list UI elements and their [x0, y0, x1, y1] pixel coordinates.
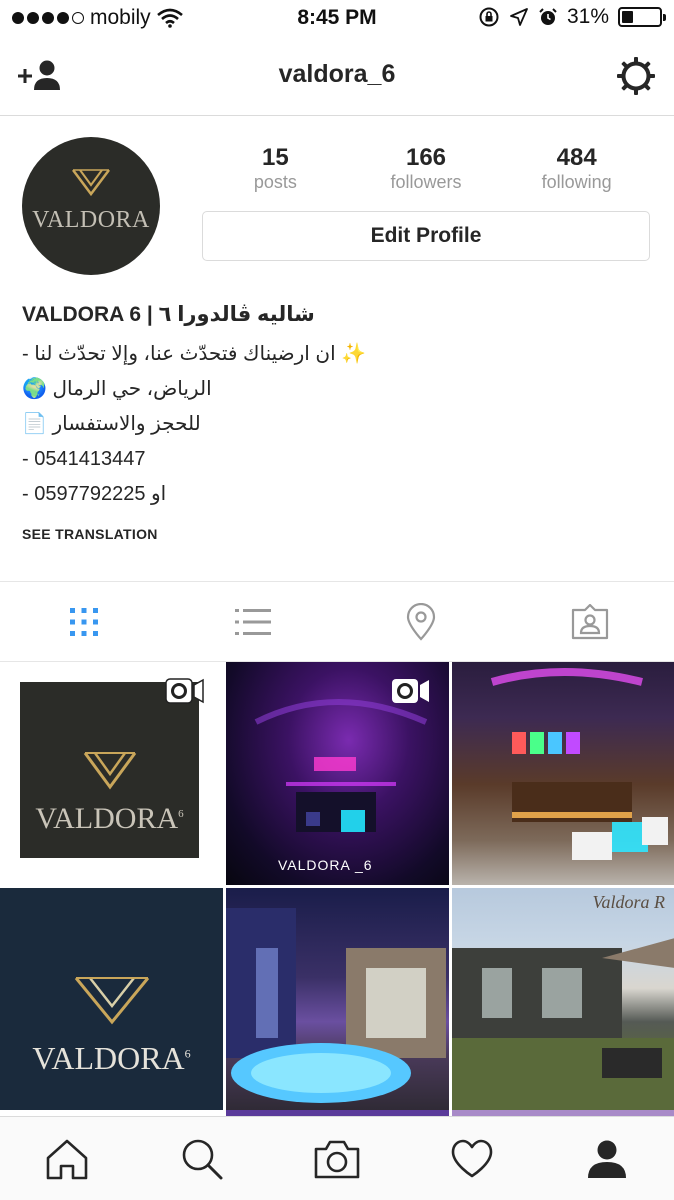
tab-home[interactable]: [0, 1117, 135, 1200]
list-icon: [234, 608, 271, 635]
rotation-lock-icon: [479, 7, 499, 27]
edit-profile-button[interactable]: Edit Profile: [202, 211, 650, 261]
post-thumbnail[interactable]: [452, 662, 674, 885]
tab-grid[interactable]: [0, 582, 169, 661]
profile-view-tabs: [0, 581, 674, 662]
search-icon: [182, 1139, 223, 1179]
alarm-icon: [539, 8, 557, 25]
status-icons: 31%: [478, 5, 666, 29]
post-thumbnail[interactable]: [226, 888, 449, 1111]
stat-posts[interactable]: 15 posts: [200, 146, 351, 193]
heart-icon: [451, 1139, 493, 1177]
avatar[interactable]: VALDORA: [22, 137, 160, 275]
valdora-logo-icon: [0, 974, 223, 1026]
tile-brand-superscript: 6: [178, 808, 184, 820]
video-icon: [392, 679, 429, 703]
bio-line: 🌍 الرياض، حي الرمال: [22, 378, 212, 400]
stat-following[interactable]: 484 following: [501, 146, 652, 193]
tile-brand-superscript: 6: [184, 1046, 191, 1061]
profile-name: VALDORA 6 | شاليه ڤالدورا ٦: [22, 303, 315, 326]
post-thumbnail[interactable]: VALDORA6: [0, 888, 223, 1111]
bio: VALDORA 6 | شاليه ڤالدورا ٦ - ان ارضيناك…: [22, 302, 642, 512]
tile-brand-text: VALDORA: [32, 1040, 185, 1076]
page-title: valdora_6: [278, 60, 396, 88]
tab-camera[interactable]: [270, 1117, 405, 1200]
tile-caption: VALDORA _6: [278, 857, 373, 873]
posts-label: posts: [253, 172, 297, 192]
bio-line: 📄 للحجز والاستفسار: [22, 413, 201, 435]
battery-percent: 31%: [566, 5, 609, 28]
profile-stats: 15 posts 166 followers 484 following: [200, 146, 652, 193]
tab-list[interactable]: [169, 582, 338, 661]
grid-icon: [70, 607, 99, 636]
lounge-interior-photo: [490, 668, 668, 860]
gear-icon[interactable]: [616, 56, 656, 96]
location-pin-icon: [407, 602, 436, 641]
exterior-patio-photo: [452, 938, 674, 1111]
tab-search[interactable]: [135, 1117, 270, 1200]
bottom-tab-bar: [0, 1116, 674, 1200]
battery-icon: [618, 7, 666, 27]
tab-tagged[interactable]: [506, 582, 674, 661]
bio-line: - ان ارضيناك فتحدّث عنا، وإلا تحدّث لنا …: [22, 343, 367, 365]
photo-grid: VALDORA6 VALDORA _6 VALDORA6 Valdora R: [0, 662, 674, 1112]
avatar-brand-text: VALDORA: [32, 207, 150, 233]
bio-phone-link[interactable]: - 0597792225 او: [22, 477, 642, 512]
bio-phone-link[interactable]: - 0541413447: [22, 442, 642, 477]
valdora-logo-icon: [22, 167, 160, 197]
home-icon: [47, 1139, 88, 1179]
tab-location[interactable]: [337, 582, 506, 661]
following-label: following: [541, 172, 612, 192]
valdora-logo-card: VALDORA6: [20, 682, 199, 858]
followers-count: 166: [405, 144, 447, 171]
post-thumbnail[interactable]: Valdora R: [452, 888, 674, 1111]
nav-bar: valdora_6: [0, 38, 674, 116]
tab-profile[interactable]: [539, 1117, 674, 1200]
valdora-logo-icon: [20, 750, 199, 790]
following-count: 484: [556, 144, 597, 171]
post-thumbnail[interactable]: VALDORA6: [0, 662, 223, 885]
tagged-photos-icon: [571, 603, 608, 639]
followers-label: followers: [390, 172, 462, 192]
tile-brand-text: VALDORA: [35, 802, 179, 835]
see-translation-link[interactable]: SEE TRANSLATION: [22, 526, 158, 542]
posts-count: 15: [261, 144, 289, 171]
stat-followers[interactable]: 166 followers: [351, 146, 502, 193]
post-thumbnail[interactable]: VALDORA _6: [226, 662, 449, 885]
profile-icon: [587, 1140, 626, 1178]
status-bar: mobily 8:45 PM 31%: [0, 0, 674, 38]
tab-activity[interactable]: [404, 1117, 539, 1200]
tile-watermark: Valdora R: [592, 892, 665, 912]
pool-photo: [226, 908, 446, 1103]
location-arrow-icon: [510, 8, 528, 26]
video-icon: [165, 678, 204, 704]
camera-icon: [314, 1140, 360, 1178]
